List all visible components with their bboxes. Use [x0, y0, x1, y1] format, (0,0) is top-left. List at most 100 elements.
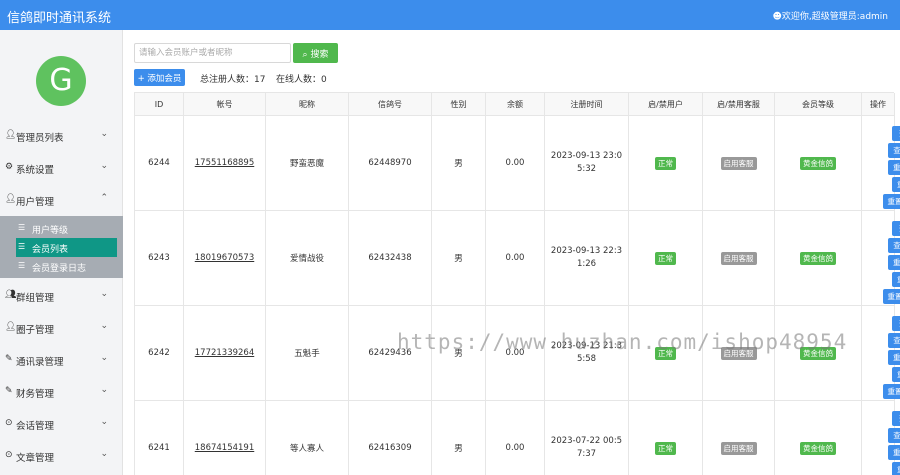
sidebar-item-group-management[interactable]: 👥︎ 群组管理 ⌄: [0, 284, 123, 308]
header-gender: 性别: [432, 93, 486, 116]
header-nickname: 昵称: [266, 93, 349, 116]
sidebar-item-session-management[interactable]: ⊙ 会话管理 ⌄: [0, 412, 123, 436]
pigeon-no-text: 62432438: [368, 253, 412, 263]
action-button-1[interactable]: 查看通讯录: [888, 238, 900, 253]
cs-status-badge[interactable]: 启用客服: [720, 441, 757, 455]
nickname-text: 野蛮恶魔: [289, 159, 324, 169]
user-status-badge[interactable]: 正常: [655, 441, 676, 455]
chevron-down-icon: ⌄: [100, 385, 108, 395]
sidebar-subitem-login-log[interactable]: ☰ 会员登录日志: [16, 257, 117, 276]
pin-icon: ⊙: [5, 418, 13, 428]
user-management-submenu: ☰ 用户等级 ☰ 会员列表 ☰ 会员登录日志: [0, 216, 123, 278]
sidebar-item-user-management[interactable]: 👤︎ 用户管理 ⌃: [0, 188, 123, 212]
sidebar-item-article-management[interactable]: ⊙ 文章管理 ⌄: [0, 444, 123, 468]
member-level-badge: 黄金信鸽: [800, 156, 836, 170]
cell-account: 18674154191: [184, 401, 266, 475]
account-link[interactable]: 18674154191: [195, 443, 255, 453]
header-label: 启/禁用户: [648, 99, 683, 109]
user-icon: 👤︎: [5, 322, 17, 332]
action-button-2[interactable]: 重置信鸽ID: [888, 255, 900, 270]
cell-cs-status: 启用客服: [703, 211, 775, 306]
user-status-badge[interactable]: 正常: [655, 251, 676, 265]
action-button-0[interactable]: 查看会话: [892, 221, 900, 236]
search-input[interactable]: [134, 43, 291, 63]
cell-user-status: 正常: [629, 211, 703, 306]
cell-id: 6241: [135, 401, 184, 475]
header-reg-time: 注册时间: [545, 93, 629, 116]
sidebar-subitem-user-level[interactable]: ☰ 用户等级: [16, 219, 117, 238]
balance-text: 0.00: [505, 253, 525, 263]
cell-reg-time: 2023-09-13 23:05:32: [545, 116, 629, 211]
cell-account: 18019670573: [184, 211, 266, 306]
chevron-up-icon: ⌃: [100, 193, 108, 203]
action-button-2[interactable]: 重置信鸽ID: [888, 445, 900, 460]
id-text: 6243: [148, 253, 170, 263]
add-member-button[interactable]: + 添加会员: [134, 69, 185, 86]
action-button-2[interactable]: 重置信鸽ID: [888, 160, 900, 175]
account-link[interactable]: 17721339264: [195, 348, 255, 358]
header-actions: 操作: [862, 93, 895, 116]
user-icon: 👤︎: [5, 194, 17, 204]
cell-balance: 0.00: [486, 211, 545, 306]
users-icon: 👥︎: [5, 290, 17, 300]
cell-actions: 查看会话查看通讯录重置信鸽ID重置密码重置交易密码: [862, 401, 900, 475]
header-label: 会员等级: [802, 99, 834, 109]
action-button-1[interactable]: 查看通讯录: [888, 428, 900, 443]
pigeon-no-text: 62416309: [368, 443, 412, 453]
action-button-4[interactable]: 重置交易密码: [883, 289, 900, 304]
cell-gender: 男: [432, 211, 486, 306]
member-table: ID 帐号 昵称 信鸽号 性别 余额 注册时间 启/禁用户 启/禁用客服 会员等级 操作 6244 17…: [134, 92, 900, 475]
action-button-3[interactable]: 重置密码: [892, 462, 900, 475]
cell-nickname: 爱情战役: [266, 211, 349, 306]
action-button-4[interactable]: 重置交易密码: [883, 384, 900, 399]
account-link[interactable]: 18019670573: [195, 253, 255, 263]
list-icon: ☰: [18, 242, 26, 251]
search-button[interactable]: ⌕ 搜索: [293, 43, 338, 63]
action-button-3[interactable]: 重置密码: [892, 367, 900, 382]
header-label: 帐号: [216, 99, 233, 109]
sidebar-item-contacts-management[interactable]: ✎ 通讯录管理 ⌄: [0, 348, 123, 372]
plus-icon: +: [137, 73, 145, 84]
action-button-0[interactable]: 查看会话: [892, 411, 900, 426]
gender-text: 男: [454, 254, 463, 264]
chevron-down-icon: ⌄: [100, 353, 108, 363]
header-label: 操作: [870, 99, 886, 109]
action-button-3[interactable]: 重置密码: [892, 272, 900, 287]
chevron-down-icon: ⌄: [100, 289, 108, 299]
pin-icon: ⊙: [5, 450, 13, 460]
sidebar-item-admin-list[interactable]: 👤︎ 管理员列表 ⌄: [0, 124, 123, 148]
action-button-4[interactable]: 重置交易密码: [883, 194, 900, 209]
cell-user-status: 正常: [629, 116, 703, 211]
cell-pigeon-no: 62448970: [349, 116, 432, 211]
header-label: 性别: [450, 99, 467, 109]
action-button-0[interactable]: 查看会话: [892, 126, 900, 141]
sidebar-item-finance-management[interactable]: ✎ 财务管理 ⌄: [0, 380, 123, 404]
gender-text: 男: [454, 444, 463, 454]
cell-id: 6242: [135, 306, 184, 401]
sidebar-item-system-settings[interactable]: ⚙ 系统设置 ⌄: [0, 156, 123, 180]
welcome-text[interactable]: ☻欢迎你,超级管理员:admin: [773, 9, 888, 22]
action-button-1[interactable]: 查看通讯录: [888, 143, 900, 158]
cell-nickname: 五魁手: [266, 306, 349, 401]
action-button-1[interactable]: 查看通讯录: [888, 333, 900, 348]
cell-reg-time: 2023-09-13 22:31:26: [545, 211, 629, 306]
sidebar: G 👤︎ 管理员列表 ⌄ ⚙ 系统设置 ⌄ 👤︎ 用户管理 ⌃ ☰ 用户等级 ☰…: [0, 30, 123, 475]
cs-status-badge[interactable]: 启用客服: [720, 251, 757, 265]
user-status-badge[interactable]: 正常: [655, 156, 676, 170]
cell-cs-status: 启用客服: [703, 116, 775, 211]
id-text: 6242: [148, 348, 170, 358]
action-button-3[interactable]: 重置密码: [892, 177, 900, 192]
chevron-down-icon: ⌄: [100, 321, 108, 331]
account-link[interactable]: 17551168895: [195, 158, 255, 168]
action-button-2[interactable]: 重置信鸽ID: [888, 350, 900, 365]
chevron-down-icon: ⌄: [100, 161, 108, 171]
header-label: 昵称: [299, 99, 315, 109]
sidebar-subitem-member-list[interactable]: ☰ 会员列表: [16, 238, 117, 257]
chevron-down-icon: ⌄: [100, 449, 108, 459]
cs-status-badge[interactable]: 启用客服: [720, 156, 757, 170]
action-button-0[interactable]: 查看会话: [892, 316, 900, 331]
total-registered-count: 总注册人数：17: [200, 75, 266, 85]
header-cs-status: 启/禁用客服: [703, 93, 775, 116]
sidebar-item-circle-management[interactable]: 👤︎ 圈子管理 ⌄: [0, 316, 123, 340]
cell-gender: 男: [432, 401, 486, 475]
